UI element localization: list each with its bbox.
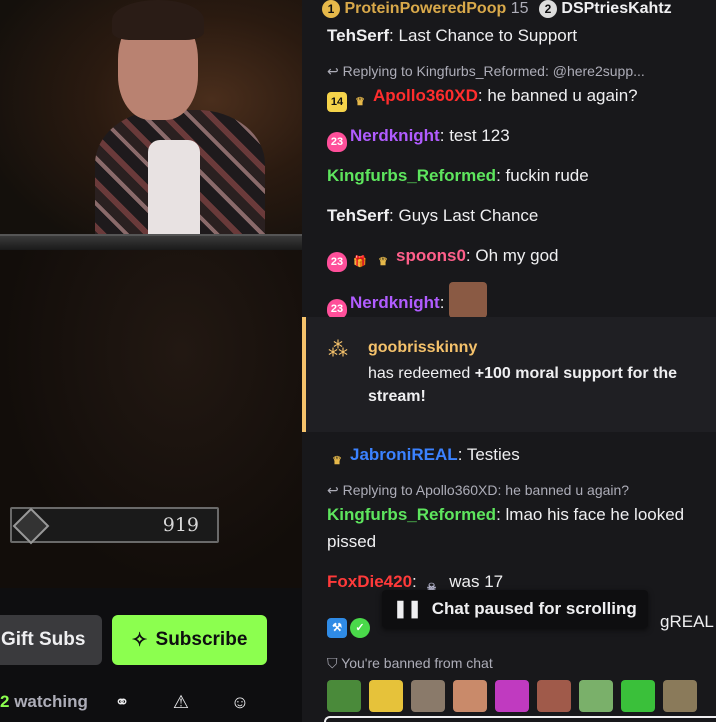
streamer-hair [112, 0, 204, 40]
webcam-feed [0, 0, 302, 250]
gift-leaderboard: 1 ProteinPoweredPoop 15 2 DSPtriesKahtz [302, 0, 716, 20]
channel-points-redemption: ⁂ goobrisskinny has redeemed +100 moral … [302, 317, 716, 432]
chat-text: Guys Last Chance [398, 206, 539, 225]
chat-text: he banned u again? [487, 86, 638, 105]
chat-text: Last Chance to Support [398, 26, 578, 45]
leaderboard-name-2: DSPtriesKahtz [561, 0, 672, 18]
emote-pickle[interactable] [621, 680, 655, 712]
reply-text: Replying to Kingfurbs_Reformed: @here2su… [342, 63, 645, 79]
emote-banana[interactable] [369, 680, 403, 712]
chat-username[interactable]: TehSerf [327, 206, 389, 225]
chat-text: gREAL [660, 612, 714, 631]
reply-context[interactable]: ↩ Replying to Kingfurbs_Reformed: @here2… [327, 63, 645, 80]
redeem-text: has redeemed +100 moral support for the … [368, 362, 708, 408]
chat-username[interactable]: Kingfurbs_Reformed [327, 505, 496, 524]
emote-face-2[interactable] [453, 680, 487, 712]
gift-icon: 🎁 [353, 256, 367, 268]
chat-username[interactable]: Nerdknight [350, 126, 440, 145]
subscribe-label: Subscribe [155, 629, 248, 650]
emote-pepe[interactable] [327, 680, 361, 712]
chat-username[interactable]: Nerdknight [350, 293, 440, 312]
pause-icon: ❚❚ [393, 599, 422, 618]
redeem-username[interactable]: goobrisskinny [368, 339, 477, 357]
chat-message[interactable]: TehSerf: Last Chance to Support [327, 22, 707, 49]
viewer-count-digit: 2 [0, 692, 10, 711]
chat-text: fuckin rude [505, 166, 589, 185]
chat-username[interactable]: JabroniREAL [350, 445, 458, 464]
chat-message[interactable]: 23 Nerdknight: [327, 282, 707, 319]
sub-badge: 14 [327, 92, 347, 112]
verified-icon: ✓ [350, 618, 370, 638]
follow-settings-icon[interactable]: ☺ [230, 692, 250, 712]
souls-counter: 919 [10, 507, 219, 545]
leaderboard-name-1: ProteinPoweredPoop [344, 0, 507, 18]
reply-context[interactable]: ↩ Replying to Apollo360XD: he banned u a… [327, 482, 629, 499]
chat-message[interactable]: TehSerf: Guys Last Chance [327, 202, 707, 229]
chat-paused-button[interactable]: ❚❚ Chat paused for scrolling [382, 590, 648, 628]
sparkle-icon: ✧ [131, 629, 148, 651]
channel-points-icon: ⁂ [328, 339, 348, 361]
subscribe-button[interactable]: ✧ Subscribe [112, 615, 267, 665]
chat-text: Oh my god [475, 246, 559, 265]
share-icon[interactable]: ⚭ [112, 692, 132, 712]
chat-message[interactable]: Kingfurbs_Reformed: fuckin rude [327, 162, 707, 189]
video-player[interactable]: 919 [0, 0, 302, 588]
moderator-icon: ⚒ [327, 618, 347, 638]
chat-text: was 17 [449, 572, 504, 591]
gift-subs-button[interactable]: Gift Subs [0, 615, 102, 665]
chat-message[interactable]: 23 🎁 ♛ spoons0: Oh my god [327, 242, 707, 272]
banned-notice: ⛉ You're banned from chat [327, 655, 493, 672]
emote-dog[interactable] [663, 680, 697, 712]
chat-input[interactable] [324, 716, 716, 722]
souls-icon [12, 507, 50, 545]
chat-paused-label: Chat paused for scrolling [431, 599, 637, 618]
viewer-count: 2 watching [0, 692, 88, 712]
emote-much-love[interactable] [495, 680, 529, 712]
sub-badge: 23 [327, 299, 347, 319]
emote-face-1[interactable] [411, 680, 445, 712]
chat-username[interactable]: FoxDie420 [327, 572, 412, 591]
leaderboard-count-1: 15 [510, 0, 529, 18]
crown-icon: ♛ [355, 96, 365, 108]
rank-1-icon: 1 [322, 0, 340, 18]
chat-username[interactable]: Kingfurbs_Reformed [327, 166, 496, 185]
crown-icon: ♛ [378, 256, 388, 268]
chat-username[interactable]: Apollo360XD [373, 86, 478, 105]
emote-face-4[interactable] [579, 680, 613, 712]
sub-badge: 23 [327, 252, 347, 272]
chat-message[interactable]: Kingfurbs_Reformed: lmao his face he loo… [327, 501, 687, 555]
chat-message[interactable]: 14 ♛ Apollo360XD: he banned u again? [327, 82, 707, 112]
chat-username[interactable]: TehSerf [327, 26, 389, 45]
chat-username[interactable]: spoons0 [396, 246, 466, 265]
souls-value: 919 [162, 514, 199, 536]
reply-text: Replying to Apollo360XD: he banned u aga… [342, 482, 630, 498]
sub-badge: 23 [327, 132, 347, 152]
chat-text: test 123 [449, 126, 510, 145]
rank-2-icon: 2 [538, 0, 557, 18]
chat-panel[interactable]: 1 ProteinPoweredPoop 15 2 DSPtriesKahtz … [302, 0, 716, 722]
gift-subs-label: Gift Subs [1, 629, 86, 650]
chat-message[interactable]: ♛ JabroniREAL: Testies [327, 441, 707, 471]
viewer-count-label: watching [14, 692, 88, 711]
emote-picker-row [327, 680, 697, 712]
webcam-frame [0, 234, 302, 250]
report-icon[interactable]: ⚠ [171, 692, 191, 712]
banned-text: You're banned from chat [341, 655, 493, 671]
chat-message[interactable]: 23 Nerdknight: test 123 [327, 122, 707, 152]
chat-text: Testies [466, 445, 520, 464]
shield-icon: ⛉ [327, 655, 338, 671]
crown-icon: ♛ [332, 455, 342, 467]
emote-face-3[interactable] [537, 680, 571, 712]
emote-image[interactable] [449, 282, 488, 318]
redeem-prefix: has redeemed [368, 365, 471, 382]
streamer-tee [148, 140, 200, 240]
